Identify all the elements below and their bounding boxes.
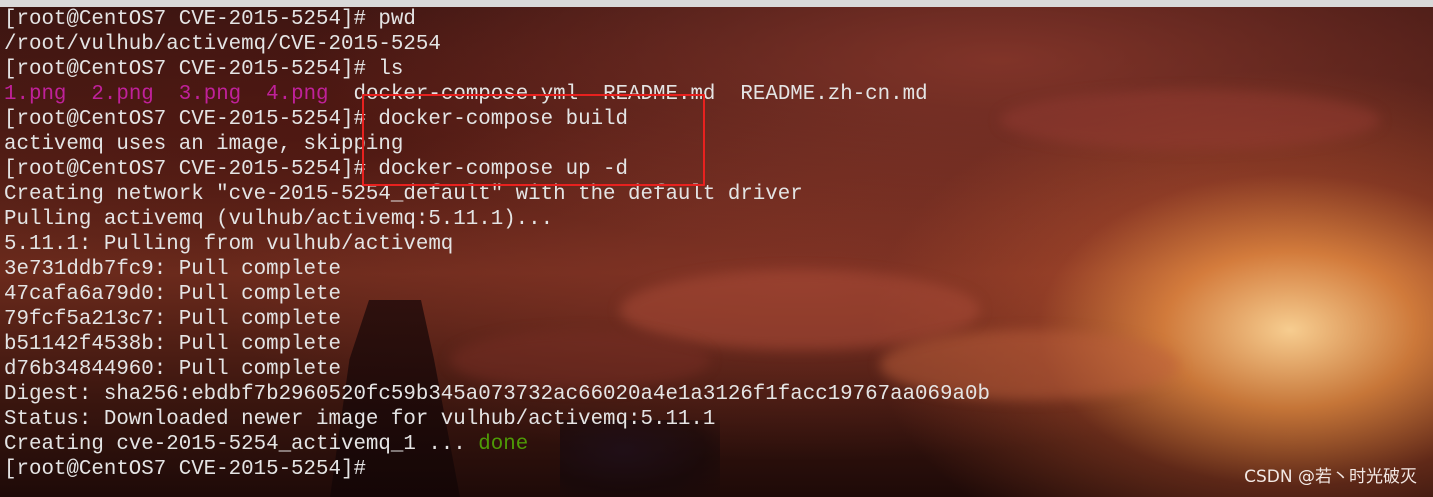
terminal-line: [root@CentOS7 CVE-2015-5254]# pwd <box>4 7 990 32</box>
terminal-output[interactable]: [root@CentOS7 CVE-2015-5254]# pwd/root/v… <box>4 7 990 482</box>
terminal-text: [root@CentOS7 CVE-2015-5254]# pwd <box>4 8 416 31</box>
terminal-text: Status: Downloaded newer image for vulhu… <box>4 408 716 431</box>
terminal-text: 5.11.1: Pulling from vulhub/activemq <box>4 233 454 256</box>
terminal-line: [root@CentOS7 CVE-2015-5254]# ls <box>4 57 990 82</box>
terminal-text: d76b34844960: Pull complete <box>4 358 341 381</box>
terminal-window[interactable]: [root@CentOS7 CVE-2015-5254]# pwd/root/v… <box>0 0 1433 497</box>
watermark: CSDN @若丶时光破灭 <box>1244 467 1417 487</box>
terminal-text: b51142f4538b: Pull complete <box>4 333 341 356</box>
terminal-text: Creating cve-2015-5254_activemq_1 ... <box>4 433 479 456</box>
annotation-highlight-box <box>362 94 705 186</box>
terminal-line: /root/vulhub/activemq/CVE-2015-5254 <box>4 32 990 57</box>
terminal-text: Creating network "cve-2015-5254_default"… <box>4 183 803 206</box>
terminal-line: [root@CentOS7 CVE-2015-5254]# <box>4 457 990 482</box>
file-name: 1.png <box>4 83 67 106</box>
window-top-edge <box>0 0 1433 7</box>
terminal-line: 47cafa6a79d0: Pull complete <box>4 282 990 307</box>
terminal-text: Pulling activemq (vulhub/activemq:5.11.1… <box>4 208 554 231</box>
terminal-text: /root/vulhub/activemq/CVE-2015-5254 <box>4 33 441 56</box>
terminal-text: 47cafa6a79d0: Pull complete <box>4 283 341 306</box>
terminal-line: 5.11.1: Pulling from vulhub/activemq <box>4 232 990 257</box>
terminal-text: 3e731ddb7fc9: Pull complete <box>4 258 341 281</box>
terminal-text: Digest: sha256:ebdbf7b2960520fc59b345a07… <box>4 383 990 406</box>
terminal-line: Creating cve-2015-5254_activemq_1 ... do… <box>4 432 990 457</box>
file-name: 3.png <box>178 83 242 106</box>
terminal-line: Pulling activemq (vulhub/activemq:5.11.1… <box>4 207 990 232</box>
terminal-line: 3e731ddb7fc9: Pull complete <box>4 257 990 282</box>
background-cloud <box>1000 90 1380 150</box>
terminal-text: [root@CentOS7 CVE-2015-5254]# <box>4 458 366 481</box>
terminal-text: 79fcf5a213c7: Pull complete <box>4 308 341 331</box>
terminal-line: 79fcf5a213c7: Pull complete <box>4 307 990 332</box>
file-name: 4.png <box>266 83 329 106</box>
terminal-line: Status: Downloaded newer image for vulhu… <box>4 407 990 432</box>
terminal-text: activemq uses an image, skipping <box>4 133 404 156</box>
terminal-text: [root@CentOS7 CVE-2015-5254]# ls <box>4 58 404 81</box>
status-done: done <box>478 433 529 456</box>
terminal-line: b51142f4538b: Pull complete <box>4 332 990 357</box>
terminal-line: d76b34844960: Pull complete <box>4 357 990 382</box>
terminal-line: Digest: sha256:ebdbf7b2960520fc59b345a07… <box>4 382 990 407</box>
file-name: 2.png <box>91 83 154 106</box>
